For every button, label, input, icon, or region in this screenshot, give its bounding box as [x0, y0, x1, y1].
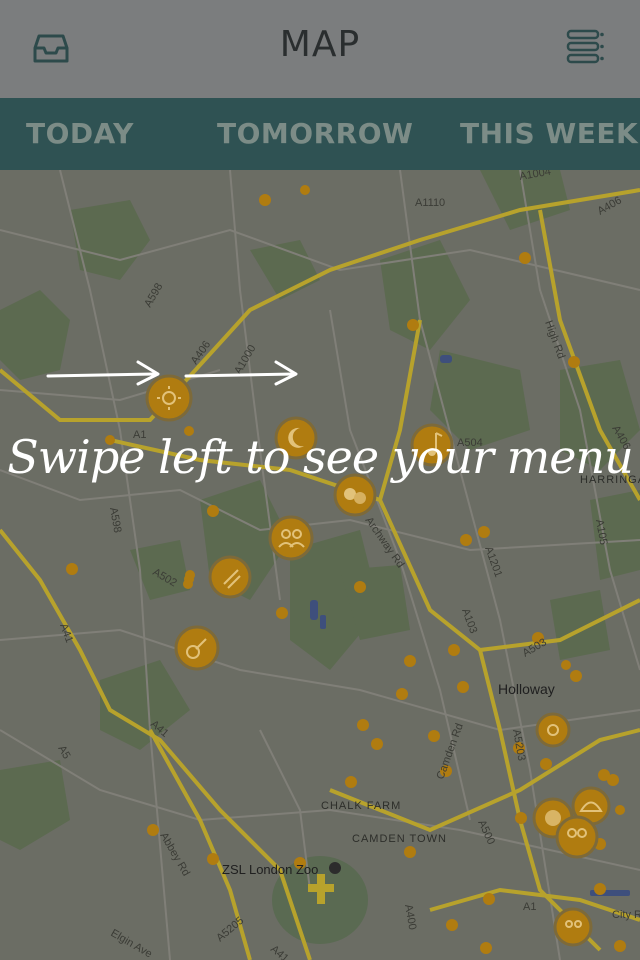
people-icon[interactable]	[268, 515, 314, 561]
svg-text:A1110: A1110	[415, 197, 445, 209]
svg-text:CHALK FARM: CHALK FARM	[321, 800, 401, 812]
guitar-icon[interactable]	[174, 625, 220, 671]
date-tab-bar: TODAY TOMORROW THIS WEEK	[0, 98, 640, 170]
tab-tomorrow[interactable]: TOMORROW	[217, 98, 413, 170]
swipe-instruction: Swipe left to see your menu	[7, 430, 633, 484]
app-header: MAP	[0, 0, 640, 98]
list-menu-icon[interactable]	[565, 28, 605, 68]
svg-text:ZSL London Zoo: ZSL London Zoo	[222, 862, 318, 877]
music-note-icon[interactable]	[208, 555, 252, 599]
people-icon[interactable]	[553, 907, 593, 947]
swipe-arrows-icon	[46, 360, 298, 386]
tab-today[interactable]: TODAY	[26, 98, 134, 170]
svg-text:Holloway: Holloway	[498, 681, 555, 697]
sun-icon[interactable]	[535, 712, 571, 748]
tab-this-week[interactable]: THIS WEEK	[460, 98, 638, 170]
svg-text:CAMDEN TOWN: CAMDEN TOWN	[352, 833, 447, 845]
page-title: MAP	[279, 24, 361, 65]
svg-text:A1: A1	[523, 901, 536, 913]
people-icon[interactable]	[555, 815, 599, 859]
map-view[interactable]: A1004 A1110 A406 A598 A406 A1000 A504 Hi…	[0, 170, 640, 960]
svg-text:City R: City R	[612, 909, 640, 921]
